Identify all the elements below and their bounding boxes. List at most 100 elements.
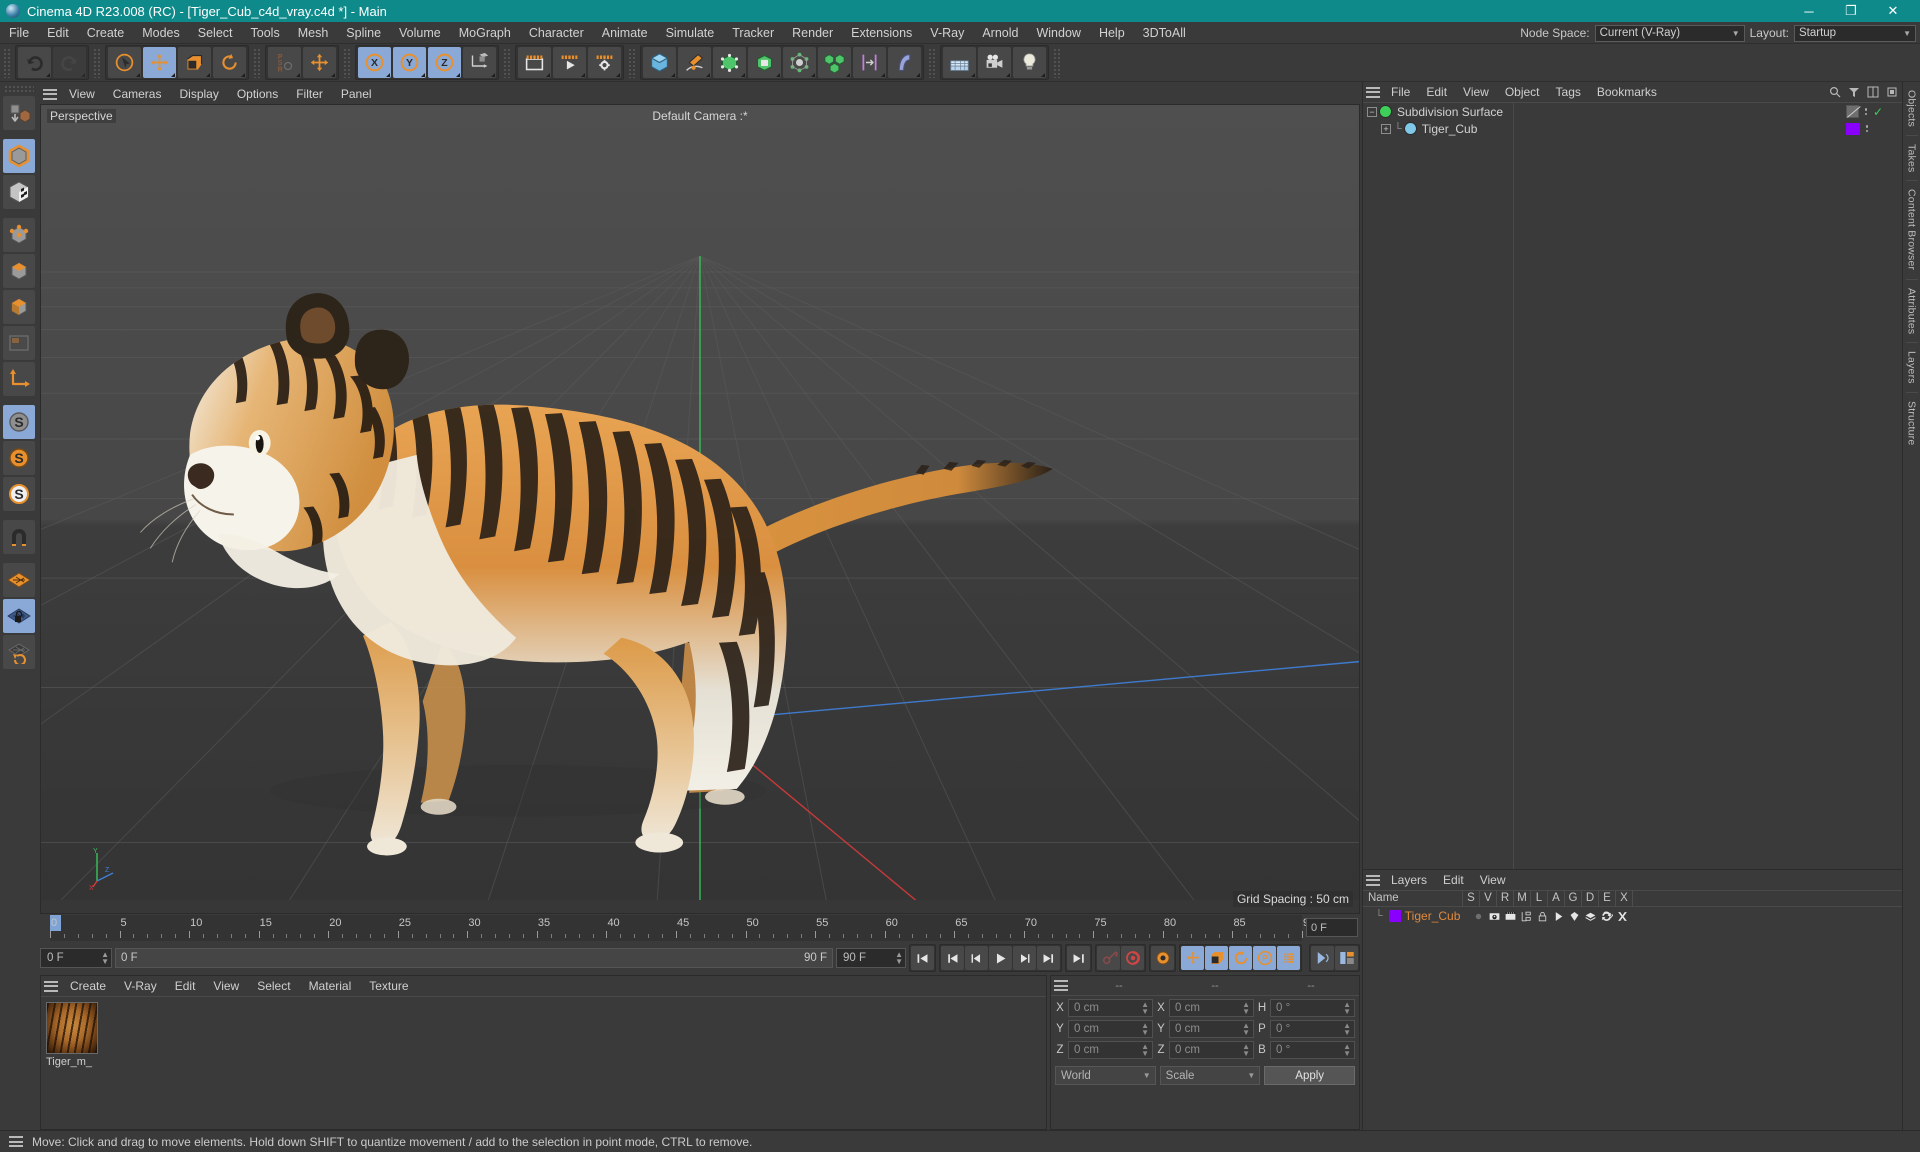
play-button[interactable] [989,946,1012,970]
material-menu-select[interactable]: Select [248,976,299,996]
material-menu-create[interactable]: Create [61,976,115,996]
render-settings-button[interactable] [588,47,621,78]
undo-button[interactable] [18,47,51,78]
step-back-button[interactable] [965,946,988,970]
material-item[interactable]: Tiger_m_ [46,1002,98,1068]
status-menu-icon[interactable] [6,1134,26,1150]
object-menu-bookmarks[interactable]: Bookmarks [1589,82,1665,102]
expand-icon[interactable] [1886,86,1898,98]
spinner-arrows-icon[interactable]: ▲ ▼ [1242,1022,1250,1037]
menu-item-v-ray[interactable]: V-Ray [921,22,973,44]
coord-field-p-rotation[interactable]: 0 ° ▲ ▼ [1270,1020,1355,1038]
toolbar-drag-handle[interactable] [1053,47,1061,78]
toolbar-drag-handle[interactable] [503,47,511,78]
toolbar-drag-handle[interactable] [93,47,101,78]
toolbar-drag-handle[interactable] [343,47,351,78]
object-row[interactable]: − Subdivision Surface ✓ [1363,103,1902,120]
world-move-button[interactable] [303,47,336,78]
uv-mode-button[interactable] [3,326,35,360]
object-row-dots[interactable] [1864,108,1868,115]
timeline-frame-display[interactable]: 0 F [1306,918,1358,937]
mograph-button[interactable] [818,47,851,78]
model-mode-button[interactable] [3,139,35,173]
menu-item-3dtoall[interactable]: 3DToAll [1134,22,1195,44]
material-menu-view[interactable]: View [204,976,248,996]
layers-menu-edit[interactable]: Edit [1435,870,1472,890]
layers-menu-icon[interactable] [1363,872,1383,888]
magnet-button[interactable] [3,520,35,554]
object-icon-polygon-object-icon[interactable] [1404,123,1416,134]
vertical-tab-layers[interactable]: Layers [1905,342,1918,392]
layers-column-name[interactable]: Name [1363,890,1463,907]
layers-menu-layers[interactable]: Layers [1383,870,1435,890]
go-to-start-button[interactable] [911,946,934,970]
menu-item-simulate[interactable]: Simulate [657,22,724,44]
layers-column-e[interactable]: E [1599,890,1616,907]
material-menu-material[interactable]: Material [300,976,361,996]
material-menu-edit[interactable]: Edit [166,976,205,996]
left-toolbar-drag-handle[interactable] [4,85,34,93]
step-forward-button[interactable] [1013,946,1036,970]
viewport-menu-display[interactable]: Display [170,84,227,104]
lock-icon[interactable] [1536,910,1549,923]
spinner-arrows-icon[interactable]: ▲ ▼ [1141,1001,1149,1016]
spinner-arrows-icon[interactable]: ▲ ▼ [1343,1022,1351,1037]
spinner-arrows-icon[interactable]: ▲ ▼ [1343,1001,1351,1016]
layers-column-m[interactable]: M [1514,890,1531,907]
render-icon[interactable] [1504,910,1517,923]
viewport-menu-panel[interactable]: Panel [332,84,381,104]
texture-mode-button[interactable] [3,175,35,209]
points-mode-button[interactable] [3,218,35,252]
panel-layout-icon[interactable] [1867,86,1879,98]
vertical-tab-content-browser[interactable]: Content Browser [1905,180,1918,278]
viewport-menu-icon[interactable] [40,86,60,102]
material-menu-icon[interactable] [41,978,61,994]
menu-item-window[interactable]: Window [1027,22,1089,44]
rotation-key-button[interactable] [1229,946,1252,970]
menu-item-character[interactable]: Character [520,22,593,44]
rotate-tool-button[interactable] [213,47,246,78]
object-tree[interactable]: − Subdivision Surface ✓ + └ Tiger_Cub [1363,102,1902,869]
move-tool-button[interactable] [143,47,176,78]
current-frame-field[interactable]: 0 F ▲ ▼ [40,948,112,968]
coord-field-b-rotation[interactable]: 0 ° ▲ ▼ [1270,1041,1355,1059]
spinner-arrows-icon[interactable]: ▲ ▼ [97,951,109,966]
parameter-key-button[interactable]: P [1253,946,1276,970]
layers-column-d[interactable]: D [1582,890,1599,907]
menu-item-modes[interactable]: Modes [133,22,189,44]
deformer-button[interactable] [783,47,816,78]
camera-button[interactable] [978,47,1011,78]
lock-workplane-button[interactable] [3,599,35,633]
menu-item-arnold[interactable]: Arnold [973,22,1027,44]
redo-button[interactable] [53,47,86,78]
coord-field-h-rotation[interactable]: 0 ° ▲ ▼ [1270,999,1355,1017]
point-level-animation-button[interactable] [1277,946,1300,970]
vertical-tab-structure[interactable]: Structure [1905,391,1918,453]
coord-system-select[interactable]: World ▼ [1055,1066,1156,1085]
menu-item-mesh[interactable]: Mesh [289,22,338,44]
solo-dot-icon[interactable] [1472,910,1485,923]
menu-item-help[interactable]: Help [1090,22,1134,44]
layers-column-r[interactable]: R [1497,890,1514,907]
material-menu-texture[interactable]: Texture [360,976,417,996]
planar-workplane-button[interactable] [3,635,35,669]
coord-field-y-size[interactable]: 0 cm ▲ ▼ [1169,1020,1254,1038]
viewport-menu-cameras[interactable]: Cameras [104,84,171,104]
spinner-arrows-icon[interactable]: ▲ ▼ [1141,1043,1149,1058]
spinner-arrows-icon[interactable]: ▲ ▼ [1242,1001,1250,1016]
filter-icon[interactable] [1848,86,1860,98]
viewport-menu-view[interactable]: View [60,84,104,104]
material-manager-body[interactable]: Tiger_m_ [41,996,1046,1129]
coord-field-y-position[interactable]: 0 cm ▲ ▼ [1068,1020,1153,1038]
sound-button[interactable] [1311,946,1334,970]
object-menu-view[interactable]: View [1455,82,1497,102]
minimize-button[interactable]: ─ [1788,0,1830,22]
animation-icon[interactable] [1552,910,1565,923]
menu-item-animate[interactable]: Animate [593,22,657,44]
toolbar-drag-handle[interactable] [3,47,11,78]
go-to-next-key-button[interactable] [1037,946,1060,970]
object-menu-object[interactable]: Object [1497,82,1548,102]
enable-snap-button[interactable]: S [3,405,35,439]
quantize-button[interactable]: S [3,477,35,511]
maximize-button[interactable]: ❐ [1830,0,1872,22]
